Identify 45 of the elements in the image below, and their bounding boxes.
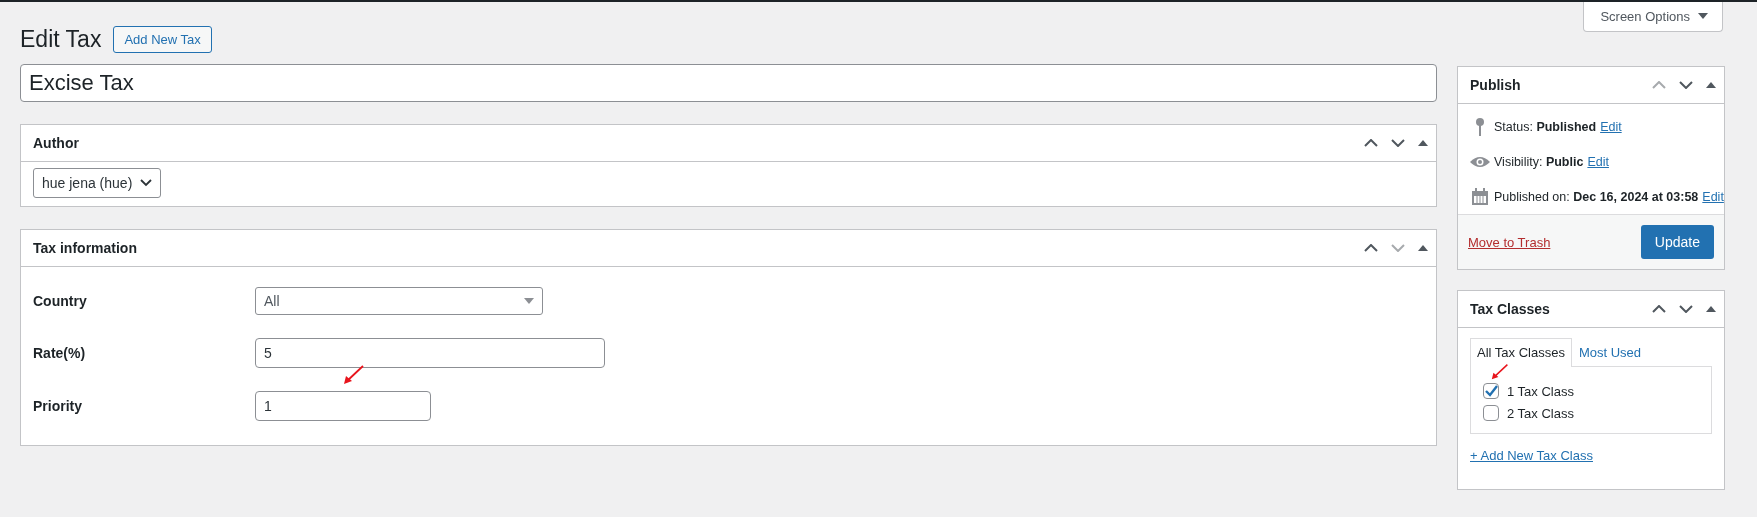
checkbox[interactable] [1483, 405, 1499, 421]
collapse-icon[interactable] [1418, 140, 1428, 146]
country-select[interactable]: All [255, 287, 543, 315]
checkbox[interactable] [1483, 383, 1499, 399]
panel-title: Author [33, 135, 79, 151]
field-label: Country [33, 293, 88, 309]
eye-icon [1470, 156, 1490, 168]
move-down-icon[interactable] [1391, 139, 1405, 147]
move-up-icon[interactable] [1652, 305, 1666, 313]
input-field[interactable]: 1 [255, 391, 431, 421]
field-label: Priority [33, 398, 83, 414]
calendar-icon [1470, 188, 1490, 206]
publish-info-text: Published on: Dec 16, 2024 at 03:58 [1494, 190, 1699, 204]
caret-icon [524, 298, 534, 304]
checkbox-label: 2 Tax Class [1507, 405, 1574, 421]
author-select[interactable]: hue jena (hue) [33, 168, 161, 198]
tab[interactable]: Most Used [1571, 338, 1649, 366]
panel-title: Tax information [33, 240, 137, 256]
panel-title: Tax Classes [1470, 301, 1550, 317]
chevron-down-icon [140, 179, 152, 187]
title-field[interactable]: Excise Tax [20, 64, 1437, 102]
edit-link[interactable]: Edit [1600, 120, 1622, 134]
move-down-icon[interactable] [1679, 305, 1693, 313]
edit-link[interactable]: Edit [1702, 190, 1724, 204]
screen-options-button[interactable]: Screen Options [1583, 2, 1723, 32]
publish-info-text: Status: Published [1494, 120, 1597, 134]
checkbox-label: 1 Tax Class [1507, 383, 1574, 399]
page-heading: Edit Tax [20, 26, 102, 53]
field-label: Rate(%) [33, 345, 87, 361]
tab[interactable]: All Tax Classes [1470, 338, 1572, 367]
move-to-trash-link[interactable]: Move to Trash [1468, 234, 1551, 250]
collapse-icon[interactable] [1418, 245, 1428, 251]
add-new-button[interactable]: Add New Tax [113, 26, 212, 53]
move-up-icon[interactable] [1364, 244, 1378, 252]
move-down-icon[interactable] [1679, 81, 1693, 89]
add-new-tax-class-link[interactable]: + Add New Tax Class [1470, 448, 1593, 463]
input-field[interactable]: 5 [255, 338, 605, 368]
move-up-icon[interactable] [1364, 139, 1378, 147]
edit-link[interactable]: Edit [1587, 155, 1609, 169]
collapse-icon[interactable] [1706, 306, 1716, 312]
collapse-icon[interactable] [1706, 82, 1716, 88]
caret-icon [1698, 13, 1708, 19]
panel-title: Publish [1470, 77, 1521, 93]
publish-info-text: Visibility: Public [1494, 155, 1584, 169]
update-button[interactable]: Update [1640, 225, 1714, 259]
